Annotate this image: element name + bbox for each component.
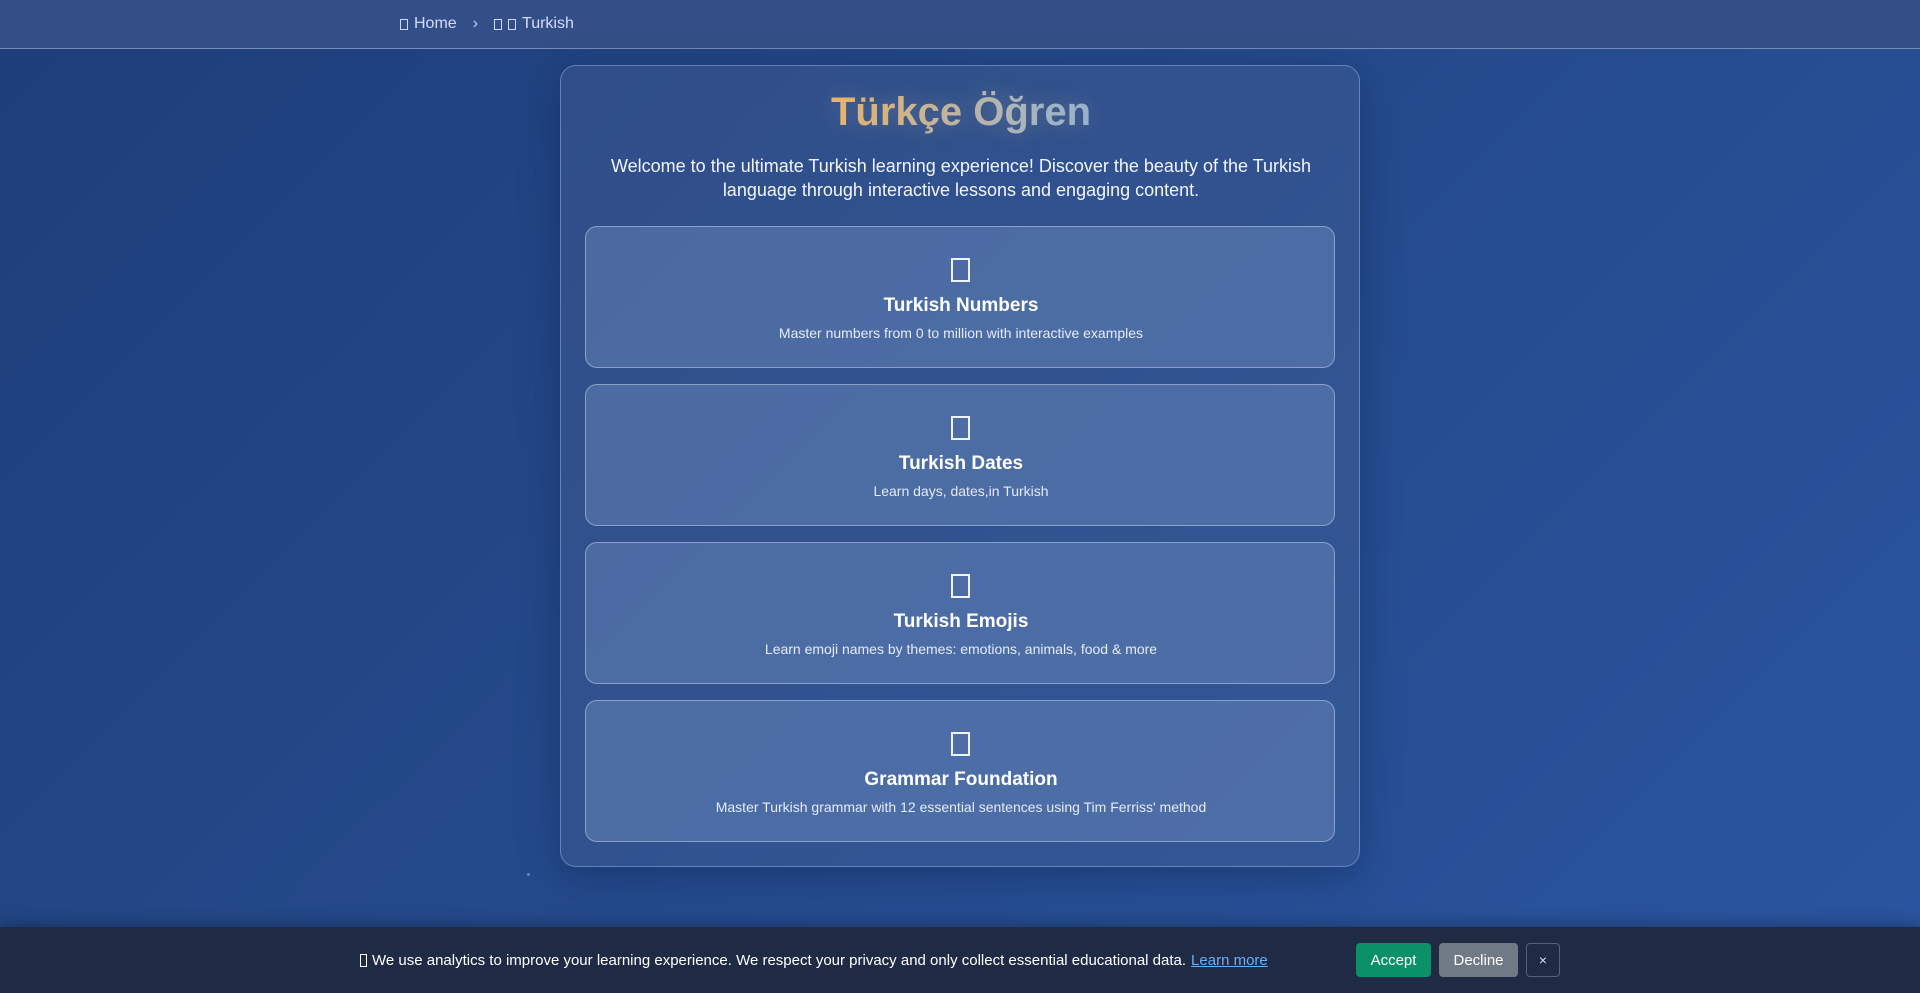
calendar-icon bbox=[951, 416, 970, 440]
main-panel: Türkçe Öğren Welcome to the ultimate Tur… bbox=[560, 65, 1360, 867]
card-description: Learn emoji names by themes: emotions, a… bbox=[764, 641, 1158, 657]
home-icon bbox=[400, 18, 408, 30]
breadcrumb: Home › Turkish bbox=[400, 13, 574, 35]
intro-text: Welcome to the ultimate Turkish learning… bbox=[610, 156, 1311, 200]
emoji-icon bbox=[951, 574, 970, 598]
card-title: Turkish Numbers bbox=[883, 295, 1039, 316]
card-turkish-emojis[interactable]: Turkish Emojis Learn emoji names by them… bbox=[585, 542, 1335, 684]
cookie-message: We use analytics to improve your learnin… bbox=[372, 951, 1187, 969]
breadcrumb-current-label: Turkish bbox=[522, 15, 574, 32]
card-description: Master numbers from 0 to million with in… bbox=[778, 325, 1144, 341]
breadcrumb-turkish-link[interactable]: Turkish bbox=[494, 15, 574, 33]
accept-button[interactable]: Accept bbox=[1356, 943, 1431, 977]
decline-button[interactable]: Decline bbox=[1439, 943, 1518, 977]
cookie-message-row: We use analytics to improve your learnin… bbox=[360, 949, 1268, 971]
breadcrumb-home-label: Home bbox=[414, 15, 457, 32]
learn-more-link[interactable]: Learn more bbox=[1191, 952, 1268, 969]
page-title: Türkçe Öğren bbox=[561, 88, 1361, 136]
card-grammar-foundation[interactable]: Grammar Foundation Master Turkish gramma… bbox=[585, 700, 1335, 842]
flag-icon-part bbox=[508, 18, 517, 30]
breadcrumb-separator: › bbox=[472, 15, 479, 32]
card-title: Grammar Foundation bbox=[864, 769, 1058, 790]
breadcrumb-home-link[interactable]: Home bbox=[400, 15, 457, 33]
flag-icon bbox=[494, 18, 503, 30]
cookie-icon bbox=[360, 953, 367, 967]
card-description: Learn days, dates,in Turkish bbox=[873, 483, 1049, 499]
book-icon bbox=[951, 732, 970, 756]
card-title: Turkish Emojis bbox=[893, 611, 1029, 632]
card-description: Master Turkish grammar with 12 essential… bbox=[715, 799, 1207, 815]
card-turkish-numbers[interactable]: Turkish Numbers Master numbers from 0 to… bbox=[585, 226, 1335, 368]
card-turkish-dates[interactable]: Turkish Dates Learn days, dates,in Turki… bbox=[585, 384, 1335, 526]
close-icon[interactable]: × bbox=[1526, 943, 1560, 977]
cookie-banner: We use analytics to improve your learnin… bbox=[0, 927, 1920, 993]
top-navigation: Home › Turkish bbox=[0, 0, 1920, 49]
card-title: Turkish Dates bbox=[898, 453, 1024, 474]
numbers-icon bbox=[951, 258, 970, 282]
